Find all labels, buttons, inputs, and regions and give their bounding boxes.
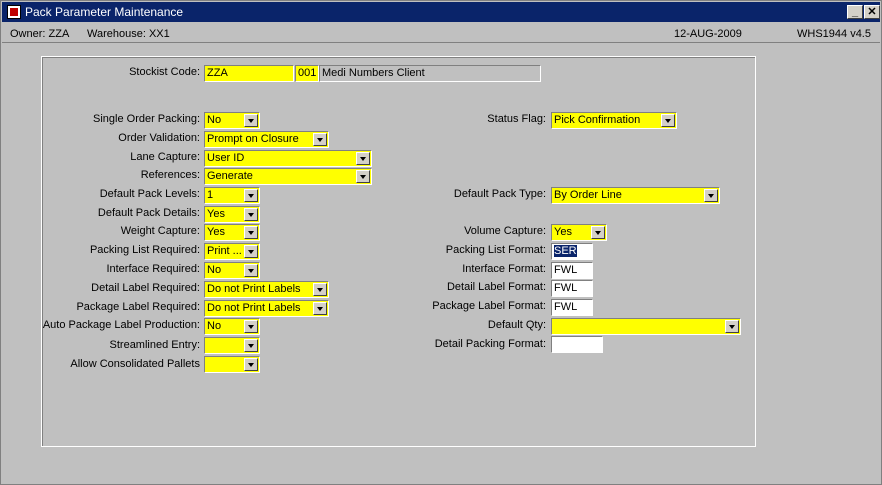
chevron-down-icon[interactable] [244,245,258,258]
allow-consolidated-pallets-label: Allow Consolidated Pallets [70,358,200,370]
single-order-packing-label: Single Order Packing: [93,113,200,125]
interface-required-label: Interface Required: [106,263,200,275]
default-pack-levels-label: Default Pack Levels: [99,188,200,200]
volume-capture-select[interactable]: Yes [551,224,607,241]
chevron-down-icon[interactable] [244,208,258,221]
warehouse-text: Warehouse: XX1 [87,28,170,40]
detail-label-required-select[interactable]: Do not Print Labels [204,281,329,298]
chevron-down-icon[interactable] [244,264,258,277]
streamlined-entry-select[interactable] [204,337,260,354]
chevron-down-icon[interactable] [356,170,370,183]
packing-list-required-label: Packing List Required: [89,244,200,256]
minimize-button[interactable]: _ [847,5,863,19]
package-label-required-select[interactable]: Do not Print Labels [204,300,329,317]
references-label: References: [140,169,200,181]
default-pack-levels-select[interactable]: 1 [204,187,260,204]
lane-capture-select[interactable]: User ID [204,150,372,167]
chevron-down-icon[interactable] [313,283,327,296]
chevron-down-icon[interactable] [313,302,327,315]
info-bar: Owner: ZZA Warehouse: XX1 12-AUG-2009 WH… [2,24,880,43]
chevron-down-icon[interactable] [244,114,258,127]
detail-packing-format-label: Detail Packing Format: [434,338,546,350]
detail-label-format-input[interactable]: FWL [551,280,593,297]
order-validation-label: Order Validation: [118,132,200,144]
package-label-format-label: Package Label Format: [432,300,546,312]
order-validation-select[interactable]: Prompt on Closure [204,131,329,148]
package-label-format-input[interactable]: FWL [551,299,593,316]
chevron-down-icon[interactable] [661,114,675,127]
detail-packing-format-input[interactable] [551,336,603,353]
interface-required-select[interactable]: No [204,262,260,279]
single-order-packing-select[interactable]: No [204,112,260,129]
app-window: Pack Parameter Maintenance _ ✕ Owner: ZZ… [0,0,882,485]
chevron-down-icon[interactable] [725,320,739,333]
window-title: Pack Parameter Maintenance [25,5,184,19]
status-flag-label: Status Flag: [487,113,546,125]
stockist-code-input[interactable]: ZZA [204,65,294,82]
interface-format-label: Interface Format: [462,263,546,275]
interface-format-input[interactable]: FWL [551,262,593,279]
packing-list-format-label: Packing List Format: [445,244,546,256]
packing-list-required-select[interactable]: Print ... [204,243,260,260]
lane-capture-label: Lane Capture: [130,151,200,163]
auto-package-label-label: Auto Package Label Production: [42,319,200,331]
streamlined-entry-label: Streamlined Entry: [109,339,200,351]
chevron-down-icon[interactable] [244,226,258,239]
detail-label-format-label: Detail Label Format: [446,281,546,293]
packing-list-format-value: SER [554,245,577,257]
owner-text: Owner: ZZA [10,28,70,40]
stockist-name-field: Medi Numbers Client [319,65,541,82]
volume-capture-label: Volume Capture: [464,225,546,237]
chevron-down-icon[interactable] [244,339,258,352]
title-bar: Pack Parameter Maintenance _ ✕ [2,2,880,22]
default-qty-select[interactable] [551,318,741,335]
references-select[interactable]: Generate [204,168,372,185]
default-pack-details-select[interactable]: Yes [204,206,260,223]
status-flag-select[interactable]: Pick Confirmation [551,112,677,129]
date-text: 12-AUG-2009 [674,28,742,40]
form-panel: Stockist Code: ZZA 001 Medi Numbers Clie… [41,56,756,447]
default-pack-type-label: Default Pack Type: [453,188,546,200]
chevron-down-icon[interactable] [591,226,605,239]
detail-label-required-label: Detail Label Required: [91,282,200,294]
package-label-required-label: Package Label Required: [76,301,200,313]
close-button[interactable]: ✕ [864,5,880,19]
app-icon [7,5,21,19]
chevron-down-icon[interactable] [244,189,258,202]
auto-package-label-select[interactable]: No [204,318,260,335]
version-text: WHS1944 v4.5 [797,28,871,40]
stockist-code-label: Stockist Code: [129,66,200,78]
allow-consolidated-pallets-select[interactable] [204,356,260,373]
default-pack-details-label: Default Pack Details: [97,207,200,219]
packing-list-format-input[interactable]: SER [551,243,593,260]
chevron-down-icon[interactable] [244,320,258,333]
weight-capture-select[interactable]: Yes [204,224,260,241]
weight-capture-label: Weight Capture: [120,225,200,237]
chevron-down-icon[interactable] [704,189,718,202]
chevron-down-icon[interactable] [356,152,370,165]
chevron-down-icon[interactable] [313,133,327,146]
stockist-number-input[interactable]: 001 [295,65,319,82]
default-pack-type-select[interactable]: By Order Line [551,187,720,204]
default-qty-label: Default Qty: [487,319,546,331]
chevron-down-icon[interactable] [244,358,258,371]
